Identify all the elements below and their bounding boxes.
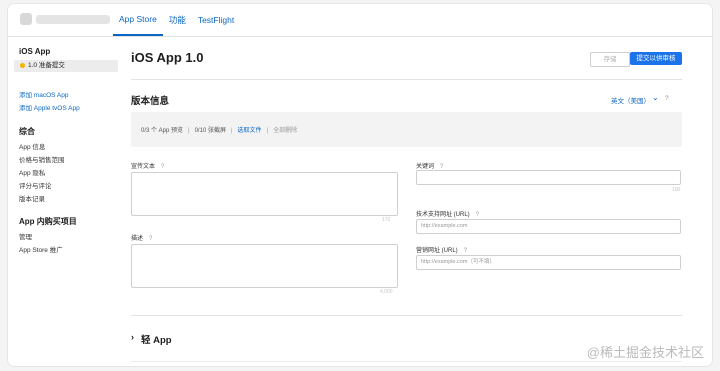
delete-all-link[interactable]: 全部删除: [273, 128, 297, 134]
divider: [131, 361, 682, 362]
choose-files-link[interactable]: 选取文件: [238, 128, 262, 134]
add-tvos-app-link[interactable]: 添加 Apple tvOS App: [19, 102, 80, 112]
status-dot-icon: [20, 62, 25, 68]
lite-app-section-title[interactable]: 轻 App: [141, 332, 172, 346]
promo-text-area[interactable]: [131, 172, 398, 216]
sidebar-item-version[interactable]: 1.0 准备提交: [14, 60, 118, 72]
submit-for-review-button[interactable]: 提交以供审核: [630, 52, 682, 65]
divider: [131, 79, 682, 80]
version-info-title: 版本信息: [131, 96, 170, 107]
sidebar-item-version-history[interactable]: 版本记录: [19, 193, 45, 203]
keywords-counter: 100: [672, 187, 681, 193]
account-name-placeholder: [36, 15, 110, 24]
tab-app-store[interactable]: App Store: [113, 4, 163, 36]
app-store-connect-window: App Store 功能 TestFlight iOS App 1.0 准备提交…: [8, 4, 712, 366]
promo-text-label: 宣传文本?: [131, 164, 165, 170]
promo-text-counter: 170: [382, 217, 391, 223]
description-counter: 4,000: [380, 289, 393, 295]
watermark: @稀土掘金技术社区: [586, 345, 704, 360]
sidebar-item-pricing[interactable]: 价格与销售范围: [19, 154, 65, 164]
sidebar-app-title: iOS App: [19, 47, 51, 56]
sidebar-heading-general: 综合: [19, 127, 35, 136]
help-icon[interactable]: ?: [476, 212, 479, 218]
media-info: 0/3 个 App 预览 | 0/10 张截屏 | 选取文件 | 全部删除: [141, 125, 297, 134]
marketing-url-input[interactable]: http://example.com（可不填）: [416, 255, 681, 270]
sidebar-version-label: 1.0 准备提交: [28, 62, 65, 69]
media-drop-zone[interactable]: 0/3 个 App 预览 | 0/10 张截屏 | 选取文件 | 全部删除: [131, 112, 682, 147]
help-icon[interactable]: ?: [149, 236, 152, 242]
help-icon[interactable]: ?: [161, 164, 164, 170]
main-content: iOS App 1.0 存储 提交以供审核 版本信息 英文（美国） ⌄ ? 0/…: [120, 37, 712, 366]
sidebar-item-iap-manage[interactable]: 管理: [19, 231, 32, 241]
screenshot-count: 0/10 张截屏: [194, 128, 226, 134]
app-preview-count: 0/3 个 App 预览: [141, 128, 184, 134]
sidebar-item-privacy[interactable]: App 隐私: [19, 167, 45, 177]
sidebar-item-ratings[interactable]: 评分与评论: [19, 180, 52, 190]
sidebar-item-promotion[interactable]: App Store 推广: [19, 244, 63, 254]
sidebar: iOS App 1.0 准备提交 添加 macOS App 添加 Apple t…: [8, 37, 120, 366]
marketing-url-label: 营销网址 (URL)?: [416, 248, 468, 254]
top-bar: App Store 功能 TestFlight: [8, 4, 712, 37]
keywords-label: 关键词?: [416, 164, 444, 170]
help-icon[interactable]: ?: [665, 95, 669, 102]
language-select[interactable]: 英文（美国）: [611, 95, 650, 105]
add-macos-app-link[interactable]: 添加 macOS App: [19, 89, 69, 99]
top-nav: App Store 功能 TestFlight: [113, 4, 240, 36]
keywords-input[interactable]: [416, 170, 681, 185]
separator: |: [230, 128, 233, 134]
app-icon: [20, 13, 32, 25]
help-icon[interactable]: ?: [464, 248, 467, 254]
separator: |: [188, 128, 190, 134]
chevron-down-icon[interactable]: ⌄: [652, 93, 659, 102]
sidebar-item-app-info[interactable]: App 信息: [19, 141, 45, 151]
separator: |: [266, 128, 269, 134]
description-label: 描述?: [131, 236, 153, 242]
tab-testflight[interactable]: TestFlight: [192, 4, 240, 36]
description-text-area[interactable]: [131, 244, 398, 288]
divider: [131, 315, 682, 316]
chevron-right-icon[interactable]: ›: [131, 332, 134, 342]
support-url-input[interactable]: http://example.com: [416, 219, 681, 234]
page-title: iOS App 1.0: [131, 50, 204, 65]
save-button[interactable]: 存储: [590, 52, 630, 67]
sidebar-heading-iap: App 内购买项目: [19, 217, 77, 226]
tab-features[interactable]: 功能: [163, 4, 192, 36]
support-url-label: 技术支持网址 (URL)?: [416, 212, 480, 218]
